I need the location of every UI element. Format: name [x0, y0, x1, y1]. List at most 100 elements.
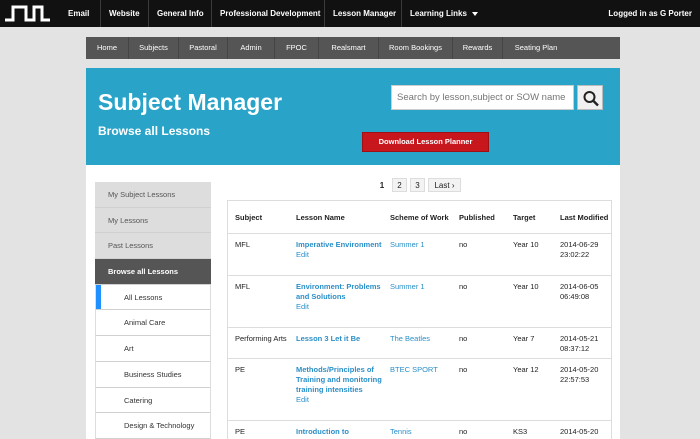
nav-email[interactable]: Email: [60, 0, 97, 27]
nav-learning-links[interactable]: Learning Links: [401, 0, 486, 27]
table-row: MFL Imperative Environment Edit Summer 1 …: [228, 234, 611, 276]
nav-lesson-manager[interactable]: Lesson Manager: [324, 0, 404, 27]
subnav-subjects[interactable]: Subjects: [129, 37, 179, 59]
sidebar-item-art[interactable]: Art: [95, 336, 211, 362]
row-target: Year 12: [513, 365, 539, 374]
sidebar-item-catering[interactable]: Catering: [95, 387, 211, 414]
row-subject: MFL: [235, 240, 250, 249]
sidebar-item-business-studies[interactable]: Business Studies: [95, 361, 211, 388]
sidebar: My Subject Lessons My Lessons Past Lesso…: [95, 182, 211, 439]
column-header-scheme-of-work[interactable]: Scheme of Work: [390, 201, 452, 234]
scheme-of-work-label: The Beatles: [390, 334, 431, 343]
nav-general-info[interactable]: General Info: [148, 0, 212, 27]
sidebar-item-past-lessons[interactable]: Past Lessons: [95, 233, 211, 260]
scheme-of-work-label: Summer 1: [390, 240, 425, 249]
content-area: My Subject Lessons My Lessons Past Lesso…: [86, 165, 620, 439]
row-published: no: [459, 282, 468, 291]
row-published: no: [459, 334, 468, 343]
lessons-table: Subject Lesson Name Scheme of Work Publi…: [227, 200, 612, 439]
row-published: no: [459, 427, 468, 436]
table-header: Subject Lesson Name Scheme of Work Publi…: [228, 201, 611, 234]
table-row: Performing Arts Lesson 3 Let it Be The B…: [228, 328, 611, 359]
page-2-link[interactable]: 2: [392, 178, 407, 192]
column-header-last-modified[interactable]: Last Modified: [560, 201, 610, 234]
row-subject: PE: [235, 427, 246, 436]
sidebar-item-browse-all-lessons[interactable]: Browse all Lessons: [95, 259, 211, 285]
school-logo-icon[interactable]: [4, 3, 52, 23]
row-lesson-cell: Lesson 3 Let it Be: [296, 328, 386, 344]
edit-link[interactable]: Edit: [296, 302, 386, 312]
table-row: PE Introduction to Tennis no KS3 2014-05…: [228, 421, 611, 439]
caret-down-icon: [471, 11, 478, 16]
scheme-of-work-label: Tennis: [390, 427, 412, 436]
table-row: PE Methods/Principles of Training and mo…: [228, 359, 611, 421]
nav-professional-development[interactable]: Professional Development: [211, 0, 328, 27]
table-row: MFL Environment: Problems and Solutions E…: [228, 276, 611, 328]
page-header-banner: Subject Manager Browse all Lessons Downl…: [86, 68, 620, 165]
subnav-rewards[interactable]: Rewards: [453, 37, 503, 59]
scheme-of-work-link[interactable]: Summer 1: [390, 276, 452, 292]
row-subject: Performing Arts: [235, 334, 287, 343]
search-icon: [583, 91, 599, 107]
subnav-home[interactable]: Home: [86, 37, 129, 59]
row-target: Year 10: [513, 282, 539, 291]
row-published: no: [459, 365, 468, 374]
sidebar-item-my-subject-lessons[interactable]: My Subject Lessons: [95, 182, 211, 208]
row-last-modified: 2014-06-29 23:02:22: [560, 240, 599, 259]
download-lesson-planner-button[interactable]: Download Lesson Planner: [362, 132, 489, 152]
page-title: Subject Manager: [98, 89, 283, 115]
edit-link[interactable]: Edit: [296, 395, 386, 405]
column-header-lesson-name[interactable]: Lesson Name: [296, 201, 386, 234]
nav-website[interactable]: Website: [100, 0, 148, 27]
lesson-name-link[interactable]: Imperative Environment: [296, 240, 381, 249]
scheme-of-work-link[interactable]: BTEC SPORT: [390, 359, 452, 375]
row-last-modified: 2014-05-21 08:37:12: [560, 334, 599, 353]
scheme-of-work-link[interactable]: The Beatles: [390, 328, 452, 344]
lesson-name-link[interactable]: Introduction to: [296, 427, 349, 436]
column-header-target[interactable]: Target: [513, 201, 557, 234]
row-lesson-cell: Environment: Problems and Solutions Edit: [296, 276, 386, 312]
scheme-of-work-link[interactable]: Tennis: [390, 421, 452, 437]
lesson-name-link[interactable]: Lesson 3 Let it Be: [296, 334, 360, 343]
scheme-of-work-link[interactable]: Summer 1: [390, 234, 452, 250]
secondary-navigation: Home Subjects Pastoral Admin FPOC Realsm…: [86, 37, 620, 59]
page-3-link[interactable]: 3: [410, 178, 425, 192]
row-last-modified: 2014-05-20 22:57:53: [560, 365, 599, 384]
row-subject: MFL: [235, 282, 250, 291]
row-last-modified: 2014-06-05 06:49:08: [560, 282, 599, 301]
subnav-realsmart[interactable]: Realsmart: [319, 37, 379, 59]
row-subject: PE: [235, 365, 246, 374]
subnav-admin[interactable]: Admin: [228, 37, 275, 59]
row-lesson-cell: Imperative Environment Edit: [296, 234, 386, 260]
search-button[interactable]: [577, 85, 603, 110]
page-subtitle: Browse all Lessons: [98, 124, 211, 138]
scheme-of-work-label: BTEC SPORT: [390, 365, 438, 374]
search-input[interactable]: [391, 85, 574, 110]
row-lesson-cell: Introduction to: [296, 421, 386, 437]
subnav-pastoral[interactable]: Pastoral: [179, 37, 228, 59]
subnav-room-bookings[interactable]: Room Bookings: [379, 37, 453, 59]
subnav-seating-plan[interactable]: Seating Plan: [503, 37, 569, 59]
row-published: no: [459, 240, 468, 249]
lesson-name-link[interactable]: Environment: Problems and Solutions: [296, 282, 381, 301]
top-navigation-bar: Email Website General Info Professional …: [0, 0, 700, 27]
row-target: KS3: [513, 427, 528, 436]
row-lesson-cell: Methods/Principles of Training and monit…: [296, 359, 386, 405]
lesson-name-link[interactable]: Methods/Principles of Training and monit…: [296, 365, 382, 394]
sidebar-item-design-technology[interactable]: Design & Technology: [95, 413, 211, 439]
logged-in-user[interactable]: Logged in as G Porter: [608, 0, 692, 27]
nav-learning-links-label: Learning Links: [410, 9, 467, 18]
sidebar-item-animal-care[interactable]: Animal Care: [95, 310, 211, 337]
subnav-fpoc[interactable]: FPOC: [275, 37, 319, 59]
sidebar-item-all-lessons[interactable]: All Lessons: [95, 284, 211, 311]
row-last-modified: 2014-05-20: [560, 427, 599, 436]
scheme-of-work-label: Summer 1: [390, 282, 425, 291]
row-target: Year 7: [513, 334, 535, 343]
last-page-link[interactable]: Last ›: [428, 178, 461, 192]
sidebar-item-my-lessons[interactable]: My Lessons: [95, 207, 211, 234]
row-target: Year 10: [513, 240, 539, 249]
column-header-published[interactable]: Published: [459, 201, 507, 234]
edit-link[interactable]: Edit: [296, 250, 386, 260]
page-1-link[interactable]: 1: [375, 178, 389, 192]
column-header-subject[interactable]: Subject: [235, 201, 290, 234]
